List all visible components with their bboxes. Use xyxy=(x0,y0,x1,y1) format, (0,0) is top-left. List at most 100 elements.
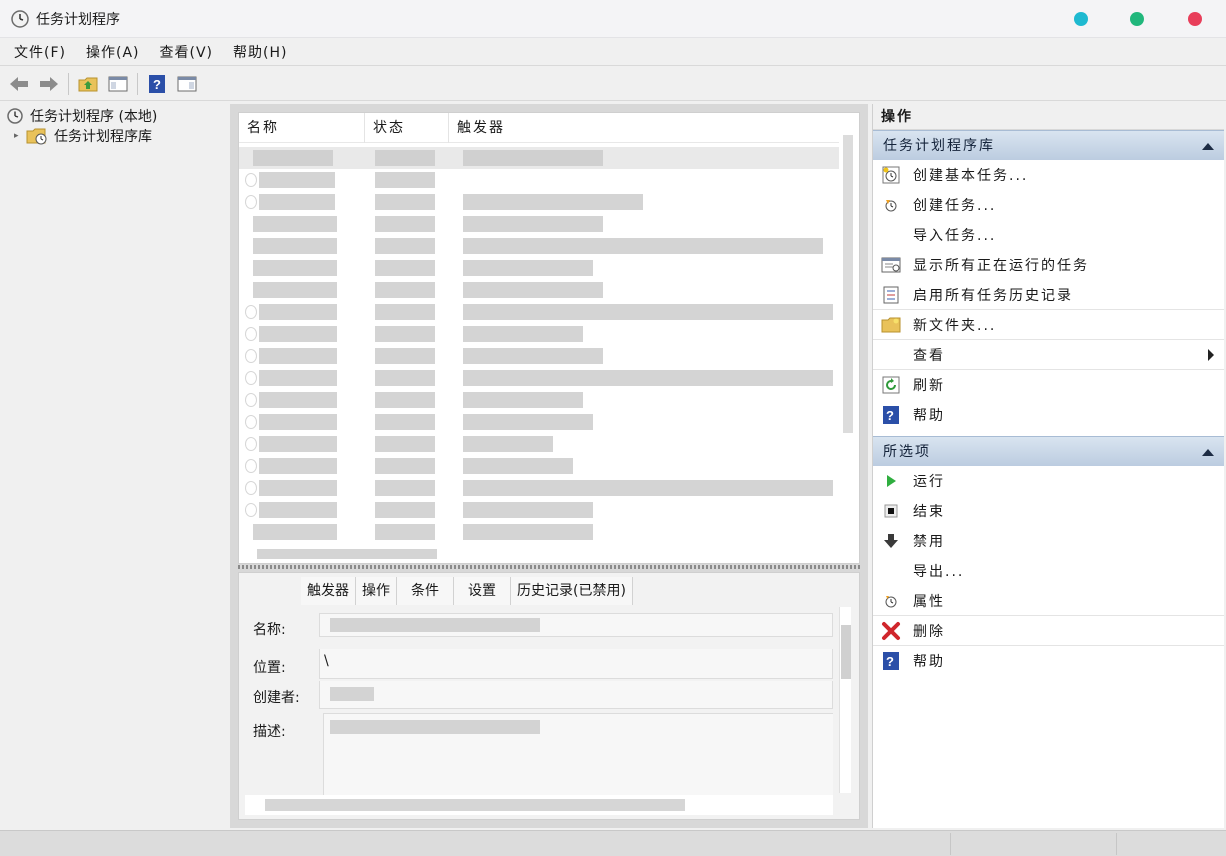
action-help-selected[interactable]: ? 帮助 xyxy=(873,646,1224,676)
tab-actions[interactable]: 操作 xyxy=(356,577,397,605)
tree-root-label: 任务计划程序 (本地) xyxy=(30,109,158,125)
menu-file[interactable]: 文件(F) xyxy=(6,42,74,62)
table-row[interactable] xyxy=(239,213,839,235)
section-header-label: 任务计划程序库 xyxy=(883,138,995,154)
pane-splitter[interactable] xyxy=(238,565,860,569)
back-arrow-icon[interactable] xyxy=(7,72,31,96)
close-button[interactable] xyxy=(1188,12,1202,26)
table-row[interactable] xyxy=(239,543,839,563)
column-header-name[interactable]: 名称 xyxy=(239,113,365,143)
window-title: 任务计划程序 xyxy=(36,11,120,28)
table-row[interactable] xyxy=(239,345,839,367)
action-export[interactable]: 导出... xyxy=(873,556,1224,586)
action-label: 创建基本任务... xyxy=(913,168,1029,184)
column-header-trigger[interactable]: 触发器 xyxy=(449,113,839,143)
menu-bar: 文件(F) 操作(A) 查看(V) 帮助(H) xyxy=(0,38,1226,66)
action-end[interactable]: 结束 xyxy=(873,496,1224,526)
action-label: 帮助 xyxy=(913,654,945,670)
task-details-pane: 触发器 操作 条件 设置 历史记录(已禁用) 名称: 位置: \ 创建者: 描述… xyxy=(238,572,860,820)
action-delete[interactable]: 删除 xyxy=(873,616,1224,646)
action-pane-icon[interactable] xyxy=(175,72,199,96)
action-run[interactable]: 运行 xyxy=(873,466,1224,496)
table-row[interactable] xyxy=(239,499,839,521)
author-label: 创建者: xyxy=(253,690,300,706)
tree-item-library[interactable]: ▸ 任务计划程序库 xyxy=(0,126,228,146)
submenu-arrow-icon xyxy=(1208,349,1214,361)
action-view[interactable]: 查看 xyxy=(873,340,1224,370)
table-row[interactable] xyxy=(239,455,839,477)
tab-conditions[interactable]: 条件 xyxy=(397,577,454,605)
clock-icon xyxy=(7,108,23,124)
menu-view[interactable]: 查看(V) xyxy=(152,42,222,62)
table-row[interactable] xyxy=(239,367,839,389)
action-new-folder[interactable]: 新文件夹... xyxy=(873,310,1224,340)
action-disable[interactable]: 禁用 xyxy=(873,526,1224,556)
table-row[interactable] xyxy=(239,411,839,433)
section-header-label: 所选项 xyxy=(883,444,931,460)
tab-settings[interactable]: 设置 xyxy=(454,577,511,605)
action-label: 新文件夹... xyxy=(913,317,997,334)
description-label: 描述: xyxy=(253,724,286,740)
table-row[interactable] xyxy=(239,279,839,301)
action-label: 删除 xyxy=(913,623,945,640)
status-segment xyxy=(950,833,951,855)
table-row[interactable] xyxy=(239,323,839,345)
table-row[interactable] xyxy=(239,521,839,543)
collapse-caret-icon[interactable] xyxy=(1202,449,1214,456)
table-row[interactable] xyxy=(239,147,839,169)
action-label: 结束 xyxy=(913,504,945,520)
author-field[interactable] xyxy=(319,681,833,709)
minimize-button[interactable] xyxy=(1074,12,1088,26)
menu-action[interactable]: 操作(A) xyxy=(78,42,148,62)
console-tree: 任务计划程序 (本地) ▸ 任务计划程序库 xyxy=(0,104,228,828)
action-create-task[interactable]: 创建任务... xyxy=(873,190,1224,220)
new-folder-icon xyxy=(881,315,901,335)
forward-arrow-icon[interactable] xyxy=(37,72,61,96)
table-row[interactable] xyxy=(239,433,839,455)
action-import-task[interactable]: 导入任务... xyxy=(873,220,1224,250)
action-label: 查看 xyxy=(913,347,945,364)
action-help[interactable]: ? 帮助 xyxy=(873,400,1224,430)
location-field[interactable]: \ xyxy=(319,649,833,679)
console-tree-icon[interactable] xyxy=(106,72,130,96)
table-row[interactable] xyxy=(239,257,839,279)
tab-history[interactable]: 历史记录(已禁用) xyxy=(511,577,633,605)
details-horizontal-scrollbar[interactable] xyxy=(245,795,833,815)
action-show-running-tasks[interactable]: 显示所有正在运行的任务 xyxy=(873,250,1224,280)
section-header-library[interactable]: 任务计划程序库 xyxy=(873,130,1224,160)
section-header-selected[interactable]: 所选项 xyxy=(873,436,1224,466)
expand-arrow-icon[interactable]: ▸ xyxy=(14,131,26,141)
table-row[interactable] xyxy=(239,235,839,257)
action-label: 显示所有正在运行的任务 xyxy=(913,258,1089,274)
scrollbar-thumb[interactable] xyxy=(841,625,851,679)
action-enable-history[interactable]: 启用所有任务历史记录 xyxy=(873,280,1224,310)
svg-text:?: ? xyxy=(886,654,896,669)
name-field[interactable] xyxy=(319,613,833,637)
maximize-button[interactable] xyxy=(1130,12,1144,26)
details-vertical-scrollbar[interactable] xyxy=(839,607,851,793)
disable-icon xyxy=(881,531,901,551)
create-task-icon xyxy=(881,195,901,215)
description-field[interactable] xyxy=(323,713,833,797)
table-row[interactable] xyxy=(239,389,839,411)
action-create-basic-task[interactable]: 创建基本任务... xyxy=(873,160,1224,190)
table-row[interactable] xyxy=(239,477,839,499)
action-properties[interactable]: 属性 xyxy=(873,586,1224,616)
delete-icon xyxy=(881,621,901,641)
help-icon: ? xyxy=(881,405,901,425)
collapse-caret-icon[interactable] xyxy=(1202,143,1214,150)
help-icon[interactable]: ? xyxy=(145,72,169,96)
tree-item-root[interactable]: 任务计划程序 (本地) xyxy=(0,106,228,126)
table-row[interactable] xyxy=(239,191,839,213)
task-list-scrollbar[interactable] xyxy=(843,135,853,433)
scrollbar-thumb[interactable] xyxy=(265,799,685,811)
action-refresh[interactable]: 刷新 xyxy=(873,370,1224,400)
details-tabs: 触发器 操作 条件 设置 历史记录(已禁用) xyxy=(301,577,633,605)
tab-triggers[interactable]: 触发器 xyxy=(301,577,356,605)
task-list[interactable]: 名称 状态 触发器 xyxy=(238,112,860,564)
table-row[interactable] xyxy=(239,169,839,191)
table-row[interactable] xyxy=(239,301,839,323)
folder-up-icon[interactable] xyxy=(76,72,100,96)
menu-help[interactable]: 帮助(H) xyxy=(225,42,295,62)
column-header-status[interactable]: 状态 xyxy=(365,113,449,143)
